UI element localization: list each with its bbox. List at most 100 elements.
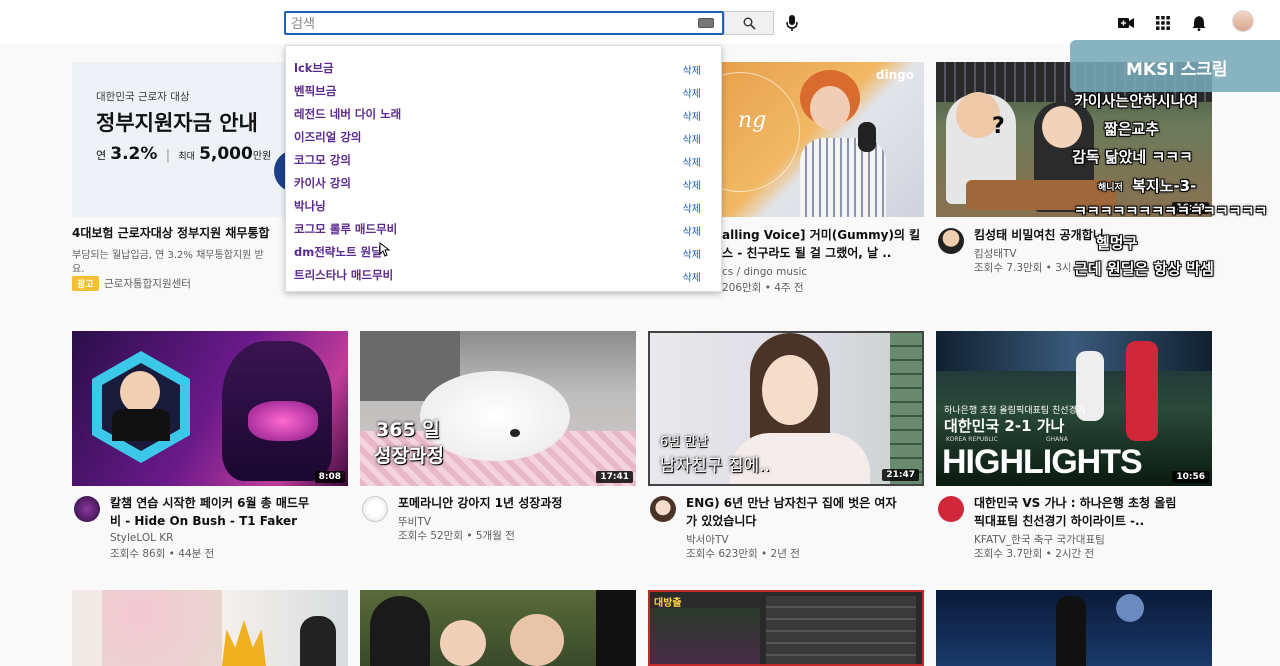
chat-message: 헬멍구 [1096, 234, 1138, 252]
ad-headline: 정부지원자금 안내 [96, 111, 258, 135]
channel-name[interactable]: KFATV_한국 축구 국가대표팀 [974, 532, 1105, 547]
thumb-menu-panel [766, 596, 916, 664]
video-meta: 조회수 86회 • 44분 전 [110, 548, 215, 560]
thumb-caption: 대방출 [654, 598, 682, 609]
thumb-player-face [120, 371, 160, 413]
suggestion-item[interactable]: 이즈리얼 강의 삭제 [286, 125, 721, 148]
ad-advertiser[interactable]: 근로자통합지원센터 [104, 276, 191, 291]
ad-subtitle: 대한민국 근로자 대상 [96, 91, 190, 103]
video-title[interactable]: 대한민국 VS 가나 : 하나은행 초청 올림 픽대표팀 친선경기 하이라이트 -… [974, 494, 1204, 530]
channel-name[interactable]: StyleLOL KR [110, 532, 173, 544]
suggestion-delete-link[interactable]: 삭제 [683, 200, 701, 215]
keyboard-icon[interactable] [698, 18, 714, 28]
suggestion-item[interactable]: 박나닝 삭제 [286, 194, 721, 217]
thumb-person-face [810, 86, 850, 130]
thumb-crown [222, 620, 266, 666]
channel-name[interactable]: 박서아TV [686, 532, 729, 547]
suggestion-item[interactable]: 코그모 강의 삭제 [286, 148, 721, 171]
stream-overlay-panel: MKSI 스크림 [1070, 40, 1280, 92]
thumb-question-mark: ? [992, 114, 1005, 139]
suggestion-item[interactable]: 벤픽브금 삭제 [286, 79, 721, 102]
channel-avatar[interactable] [74, 496, 100, 522]
mic-button[interactable] [784, 13, 800, 33]
suggestion-delete-link[interactable]: 삭제 [683, 246, 701, 261]
ad-rate-line: 연 3.2% | 최대 5,000만원 [96, 144, 272, 164]
channel-name[interactable]: 뚜비TV [398, 514, 431, 529]
suggestion-delete-link[interactable]: 삭제 [683, 85, 701, 100]
thumb-puppy-nose [510, 429, 520, 437]
channel-avatar[interactable] [938, 228, 964, 254]
thumb-caption-line2: 남자친구 집에.. [660, 456, 771, 476]
video-title[interactable]: 칼챔 연습 시작한 페이커 6월 총 매드무 비 - Hide On Bush -… [110, 494, 340, 530]
apps-button[interactable] [1154, 14, 1172, 32]
video-meta: 조회수 3.7만회 • 2시간 전 [974, 548, 1095, 560]
suggestion-item[interactable]: 레전드 네버 다이 노래 삭제 [286, 102, 721, 125]
thumb-flowers [102, 590, 222, 666]
suggestion-text: 트리스타나 매드무비 [294, 268, 394, 282]
channel-avatar[interactable] [650, 496, 676, 522]
top-bar [0, 0, 1280, 44]
suggestion-delete-link[interactable]: 삭제 [683, 131, 701, 146]
video-duration: 8:08 [314, 471, 345, 483]
create-video-button[interactable] [1117, 14, 1135, 32]
chat-badge: 해니저 [1098, 183, 1123, 193]
thumb-caption-highlights: HIGHLIGHTS [942, 443, 1143, 481]
search-icon [743, 17, 756, 30]
notifications-button[interactable] [1190, 14, 1208, 32]
video-title[interactable]: 킴성태 비밀여친 공개합니다 [974, 226, 1104, 244]
channel-avatar[interactable] [938, 496, 964, 522]
search-box[interactable] [284, 11, 724, 35]
video-thumbnail[interactable]: 6년 만난 남자친구 집에.. 21:47 [648, 331, 924, 486]
suggestion-delete-link[interactable]: 삭제 [683, 62, 701, 77]
suggestion-item[interactable]: 코그모 롤루 매드무비 삭제 [286, 217, 721, 240]
suggestion-delete-link[interactable]: 삭제 [683, 154, 701, 169]
video-meta: 조회수 52만회 • 5개월 전 [398, 530, 515, 542]
chat-message: 감독 닮았네 ㅋㅋㅋ [1072, 148, 1193, 166]
thumb-microphone [858, 122, 876, 152]
ad-title[interactable]: 4대보험 근로자대상 정부지원 채무통합 [72, 224, 286, 242]
ad-description-2: 요. [72, 264, 85, 275]
suggestion-text: 벤픽브금 [294, 84, 337, 98]
account-avatar[interactable] [1232, 10, 1254, 32]
suggestion-delete-link[interactable]: 삭제 [683, 108, 701, 123]
channel-name[interactable]: cs / dingo music [722, 266, 807, 278]
video-thumbnail[interactable]: ng dingo [720, 62, 924, 217]
thumb-team-left: KOREA REPUBLIC [946, 436, 998, 443]
video-duration: 10:56 [1172, 471, 1209, 483]
suggestion-delete-link[interactable]: 삭제 [683, 223, 701, 238]
video-thumbnail[interactable] [360, 590, 636, 666]
video-thumbnail[interactable]: 대방출 [648, 590, 924, 666]
channel-name[interactable]: 킴성태TV [974, 246, 1017, 261]
thumb-person-4 [596, 590, 636, 666]
video-thumbnail[interactable] [936, 590, 1212, 666]
search-button[interactable] [724, 11, 774, 35]
thumb-caption-match: 대한민국 2-1 가나 [944, 417, 1065, 435]
video-title[interactable]: 포메라니안 강아지 1년 성장과정 [398, 494, 628, 512]
suggestion-item[interactable]: lck브금 삭제 [286, 56, 721, 79]
suggestion-item[interactable]: 카이사 강의 삭제 [286, 171, 721, 194]
suggestion-text: dm전략노트 원딜 [294, 245, 382, 259]
video-thumbnail[interactable]: 하나은행 초청 올림픽대표팀 친선경기 대한민국 2-1 가나 KOREA RE… [936, 331, 1212, 486]
channel-avatar[interactable] [362, 496, 388, 522]
video-thumbnail[interactable]: 365 일 성장과정 17:41 [360, 331, 636, 486]
video-thumbnail[interactable] [72, 590, 348, 666]
thumb-person-3 [510, 614, 564, 666]
video-title[interactable]: alling Voice] 거미(Gummy)의 킬스 - 친구라도 될 걸 그… [722, 226, 922, 262]
video-meta: 조회수 623만회 • 2년 전 [686, 548, 800, 560]
ad-banner[interactable]: 대한민국 근로자 대상 정부지원자금 안내 연 3.2% | 최대 5,000만… [72, 62, 286, 217]
apps-grid-icon [1156, 16, 1170, 30]
search-input[interactable] [286, 14, 666, 35]
mouse-cursor-icon [379, 242, 390, 257]
suggestion-item[interactable]: dm전략노트 원딜 삭제 [286, 240, 721, 263]
video-title[interactable]: ENG) 6년 만난 남자친구 집에 벗은 여자 가 있었습니다 [686, 494, 916, 530]
thumb-performer [1056, 596, 1086, 666]
thumb-caption-line1: 365 일 [376, 419, 440, 441]
suggestion-item[interactable]: 트리스타나 매드무비 삭제 [286, 263, 721, 286]
suggestion-delete-link[interactable]: 삭제 [683, 177, 701, 192]
thumb-caption-line1: 6년 만난 [660, 435, 709, 450]
thumb-player-body [112, 409, 170, 441]
thumb-stage-light [1116, 594, 1144, 622]
suggestion-text: 코그모 강의 [294, 153, 351, 167]
suggestion-delete-link[interactable]: 삭제 [683, 269, 701, 284]
video-thumbnail[interactable]: 8:08 [72, 331, 348, 486]
